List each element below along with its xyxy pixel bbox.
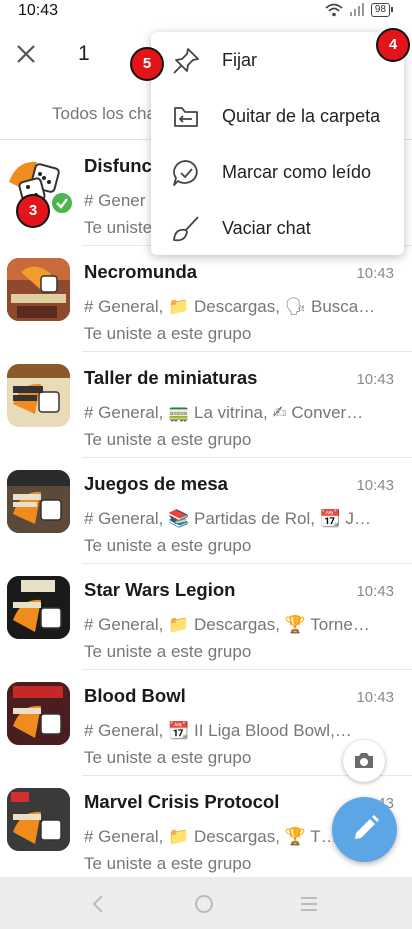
chat-avatar (7, 576, 70, 639)
back-icon[interactable] (86, 891, 112, 917)
chat-status: Te uniste a este grupo (84, 324, 252, 343)
tab-all-chats[interactable]: Todos los cha (52, 104, 156, 124)
chat-avatar (7, 258, 70, 321)
chat-name: Necromunda (84, 261, 198, 282)
selected-count: 1 (78, 42, 90, 65)
chat-preview: # General, 📚 Partidas de Rol, 📆 J… (84, 509, 372, 528)
signal-icon (349, 3, 364, 16)
annotation-marker-4: 4 (376, 28, 410, 62)
status-bar: 10:43 98 (0, 0, 412, 24)
status-icons: 98 (325, 3, 394, 17)
chat-status: Te uniste a este grupo (84, 642, 252, 661)
selected-check-icon (50, 191, 74, 215)
chat-preview: # General, 📁 Descargas, 🏆 Torne… (84, 615, 370, 634)
annotation-marker-5: 5 (130, 47, 164, 81)
menu-item-mark-read[interactable]: Marcar como leído (151, 144, 404, 200)
pin-icon (173, 48, 199, 74)
chat-name: Disfunc (84, 155, 152, 176)
mark-read-icon (173, 160, 198, 186)
chat-row-necromunda[interactable]: Necromunda 10:43 # General, 📁 Descargas,… (0, 246, 412, 352)
chat-preview: # General, 📆 II Liga Blood Bowl,… (84, 721, 352, 740)
chat-status: Te uniste a este grupo (84, 536, 252, 555)
chat-status: Te uniste a este grupo (84, 430, 252, 449)
chat-avatar (7, 470, 70, 533)
chat-status: Te uniste (84, 218, 153, 237)
chat-status: Te uniste a este grupo (84, 854, 252, 873)
chat-name: Blood Bowl (84, 685, 186, 706)
menu-item-label: Vaciar chat (222, 218, 311, 238)
camera-icon (355, 753, 373, 768)
system-nav-bar (0, 877, 412, 929)
menu-item-pin[interactable]: Fijar (151, 32, 404, 88)
chat-avatar (7, 682, 70, 745)
chat-time: 10:43 (356, 689, 394, 706)
chat-time: 10:43 (356, 265, 394, 282)
chat-preview: # General, 🚃 La vitrina, ✍ Conver… (84, 403, 364, 422)
chat-row-juegos[interactable]: Juegos de mesa 10:43 # General, 📚 Partid… (0, 458, 412, 564)
close-icon[interactable] (12, 40, 40, 68)
menu-item-remove-from-folder[interactable]: Quitar de la carpeta (151, 88, 404, 144)
chat-time: 10:43 (356, 371, 394, 388)
battery-icon: 98 (370, 3, 394, 17)
chat-status: Te uniste a este grupo (84, 748, 252, 767)
chat-time: 10:43 (356, 583, 394, 600)
chat-preview: # General, 📁 Descargas, 🗣 Busca… (84, 297, 376, 316)
chat-context-menu: Fijar Quitar de la carpeta Marcar como l… (151, 32, 404, 255)
chat-row-taller[interactable]: Taller de miniaturas 10:43 # General, 🚃 … (0, 352, 412, 458)
camera-button[interactable] (343, 740, 385, 782)
chat-row-star-wars[interactable]: Star Wars Legion 10:43 # General, 📁 Desc… (0, 564, 412, 670)
chat-avatar (7, 364, 70, 427)
folder-remove-icon (174, 107, 198, 127)
wifi-icon (325, 3, 343, 17)
chat-name: Juegos de mesa (84, 473, 228, 494)
chat-name: Taller de miniaturas (84, 367, 258, 388)
compose-button[interactable] (332, 797, 397, 862)
chat-name: Star Wars Legion (84, 579, 236, 600)
status-time: 10:43 (18, 2, 59, 19)
menu-item-label: Marcar como leído (222, 162, 372, 182)
menu-item-clear-chat[interactable]: Vaciar chat (151, 200, 404, 256)
chat-name: Marvel Crisis Protocol (84, 791, 280, 812)
clear-chat-icon (173, 216, 199, 242)
chat-avatar (7, 788, 70, 851)
menu-item-label: Fijar (222, 50, 257, 70)
pencil-icon (355, 815, 379, 839)
home-icon[interactable] (191, 891, 217, 917)
recents-icon[interactable] (296, 891, 322, 917)
annotation-marker-3: 3 (16, 194, 50, 228)
menu-item-label: Quitar de la carpeta (222, 106, 381, 126)
chat-time: 10:43 (356, 477, 394, 494)
